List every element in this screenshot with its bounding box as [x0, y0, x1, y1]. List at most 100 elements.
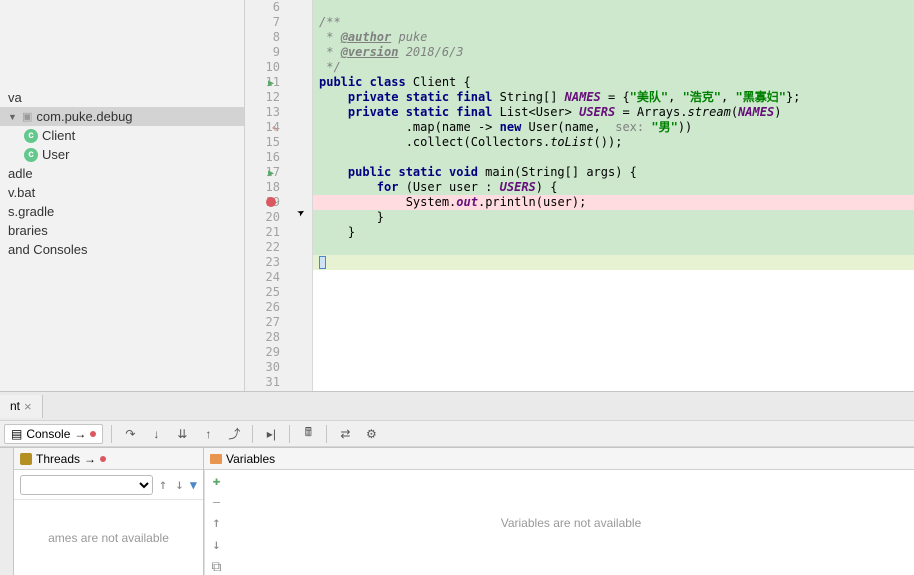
filter-icon[interactable]: ▼ — [190, 478, 197, 492]
tree-item[interactable]: s.gradle — [0, 202, 244, 221]
code-line: private static final List<User> USERS = … — [313, 105, 914, 120]
code-line — [313, 330, 914, 345]
code-line — [313, 0, 914, 15]
run-tab-bar: nt × — [0, 391, 914, 420]
prev-frame-button[interactable]: ↑ — [157, 477, 169, 493]
separator — [326, 425, 327, 443]
variables-header: Variables — [204, 448, 914, 470]
line-number: 15 — [245, 135, 282, 150]
run-config-tab[interactable]: nt × — [0, 395, 43, 418]
pin-dot-icon — [100, 456, 106, 462]
step-into-button[interactable]: ↓ — [146, 424, 166, 444]
line-number: 17▶ — [245, 165, 282, 180]
pin-icon: → — [74, 427, 86, 441]
code-line — [313, 315, 914, 330]
code-line — [313, 255, 914, 270]
line-number: 10 — [245, 60, 282, 75]
separator — [252, 425, 253, 443]
drop-frame-button[interactable]: ⤴ — [224, 424, 244, 444]
tree-item[interactable]: v.bat — [0, 183, 244, 202]
line-number: 14✎ — [245, 120, 282, 135]
line-number: 7 — [245, 15, 282, 30]
variables-label: Variables — [226, 452, 275, 466]
pin-dot-icon — [90, 431, 96, 437]
evaluate-button[interactable]: 🖩 — [298, 424, 318, 444]
variables-pane: Variables ✚ — ↑ ↓ ⧉ Variables are not av… — [204, 448, 914, 575]
watch-up-button[interactable]: ↑ — [210, 515, 222, 531]
code-line: for (User user : USERS) { — [313, 180, 914, 195]
line-number: 6 — [245, 0, 282, 15]
watch-down-button[interactable]: ↓ — [210, 537, 222, 553]
line-number: 30 — [245, 360, 282, 375]
line-number: 18 — [245, 180, 282, 195]
step-over-button[interactable]: ↷ — [120, 424, 140, 444]
line-number: 29 — [245, 345, 282, 360]
code-line: /** — [313, 15, 914, 30]
code-line — [313, 300, 914, 315]
line-number: 22 — [245, 240, 282, 255]
tree-item[interactable]: and Consoles — [0, 240, 244, 259]
breakpoint-icon[interactable] — [266, 197, 276, 207]
code-line — [313, 375, 914, 390]
line-number: 26 — [245, 300, 282, 315]
line-number: 12 — [245, 90, 282, 105]
close-icon[interactable]: × — [24, 399, 32, 414]
code-area[interactable]: /** * @author puke * @version 2018/6/3 *… — [313, 0, 914, 391]
debugger-side-strip[interactable] — [0, 448, 14, 575]
tree-item-class[interactable]: c Client — [0, 126, 244, 145]
line-number: 20 — [245, 210, 282, 225]
line-number: 25 — [245, 285, 282, 300]
remove-watch-button[interactable]: — — [213, 495, 220, 509]
line-number: 24 — [245, 270, 282, 285]
run-gutter-icon[interactable]: ▶ — [268, 166, 274, 181]
editor-gutter[interactable]: 6 7 8 9 10 11▶ 12 13 14✎ 15 16 17▶ 18 19… — [245, 0, 313, 391]
class-icon: c — [24, 129, 38, 143]
variables-side-controls: ✚ — ↑ ↓ ⧉ — [204, 470, 228, 575]
tree-item-class[interactable]: c User — [0, 145, 244, 164]
frames-empty-text: ames are not available — [14, 500, 203, 575]
tree-item-package[interactable]: ▼ ▣ com.puke.debug — [0, 107, 244, 126]
run-to-cursor-button[interactable]: ▸| — [261, 424, 281, 444]
code-line: System.out.println(user); — [313, 195, 914, 210]
force-step-into-button[interactable]: ⇊ — [172, 424, 192, 444]
add-watch-button[interactable]: ✚ — [213, 474, 221, 489]
duplicate-watch-button[interactable]: ⧉ — [210, 559, 224, 575]
threads-tab[interactable]: Threads → — [14, 448, 203, 470]
code-line — [313, 270, 914, 285]
code-line — [313, 285, 914, 300]
package-icon: ▣ — [22, 110, 32, 123]
thread-select[interactable] — [20, 475, 153, 495]
line-number: 13 — [245, 105, 282, 120]
code-line: public static void main(String[] args) { — [313, 165, 914, 180]
tree-item[interactable]: braries — [0, 221, 244, 240]
code-editor[interactable]: 6 7 8 9 10 11▶ 12 13 14✎ 15 16 17▶ 18 19… — [245, 0, 914, 391]
line-number: 16 — [245, 150, 282, 165]
tab-label: nt — [10, 399, 20, 413]
code-line: */ — [313, 60, 914, 75]
tree-item[interactable]: va — [0, 88, 244, 107]
tree-item[interactable]: adle — [0, 164, 244, 183]
settings-button[interactable]: ⚙ — [361, 424, 381, 444]
chevron-down-icon: ▼ — [8, 112, 18, 122]
next-frame-button[interactable]: ↓ — [173, 477, 185, 493]
console-label: Console — [26, 427, 70, 441]
code-line: public class Client { — [313, 75, 914, 90]
class-icon: c — [24, 148, 38, 162]
caret-icon — [319, 256, 326, 269]
step-out-button[interactable]: ↑ — [198, 424, 218, 444]
trace-button[interactable]: ⇄ — [335, 424, 355, 444]
code-line: .map(name -> new User(name, sex: "男")) — [313, 120, 914, 135]
threads-icon — [20, 453, 32, 465]
separator — [111, 425, 112, 443]
run-gutter-icon[interactable]: ▶ — [268, 76, 274, 91]
line-number: 19 — [245, 195, 282, 210]
line-number: 23 — [245, 255, 282, 270]
console-tab[interactable]: ▤ Console → — [4, 424, 103, 444]
code-line: .collect(Collectors.toList()); — [313, 135, 914, 150]
project-tree[interactable]: va ▼ ▣ com.puke.debug c Client c User ad… — [0, 0, 245, 391]
frames-pane: Threads → ↑ ↓ ▼ ames are not available — [14, 448, 204, 575]
variables-empty-text: Variables are not available — [228, 470, 914, 575]
line-number: 11▶ — [245, 75, 282, 90]
code-line: * @version 2018/6/3 — [313, 45, 914, 60]
code-line: } — [313, 225, 914, 240]
